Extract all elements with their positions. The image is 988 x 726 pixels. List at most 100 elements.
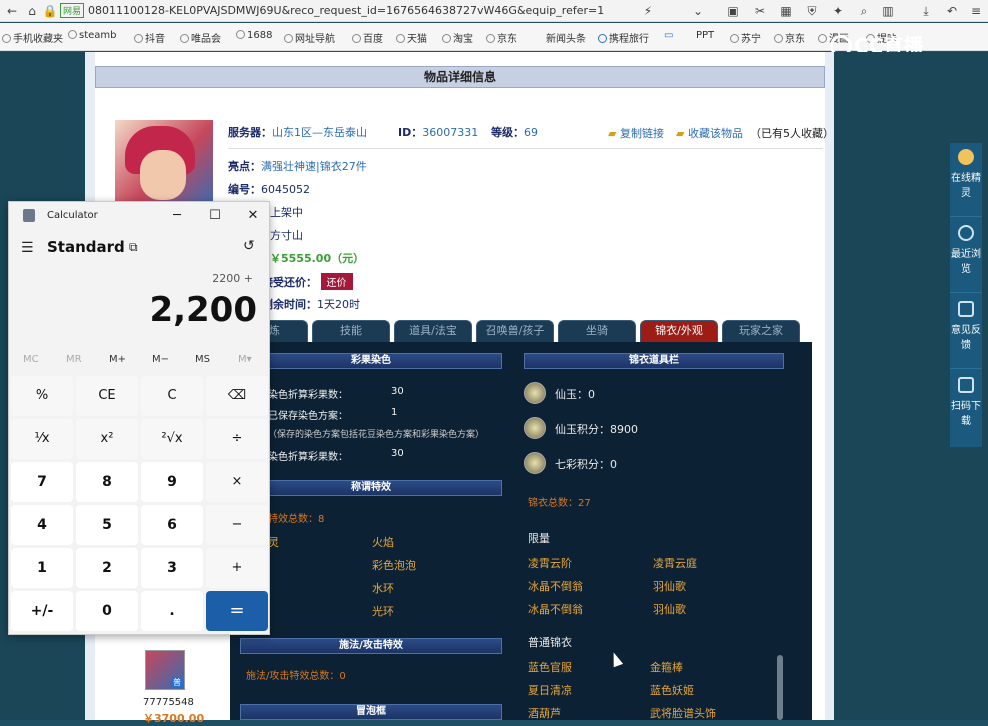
download-icon[interactable]: ⤓ (918, 3, 934, 19)
square-root-button[interactable]: ²√x (141, 419, 203, 459)
reciprocal-button[interactable]: ¹⁄x (11, 419, 73, 459)
dye-section-header: 彩果染色 (240, 353, 502, 369)
decimal-button[interactable]: . (141, 591, 203, 631)
favorite-button[interactable]: ▰ 收藏该物品 (676, 125, 743, 141)
wardrobe-items-header: 锦衣道具栏 (524, 353, 784, 369)
wardrobe-total: 锦衣总数：27 (528, 498, 591, 509)
chevron-down-icon[interactable]: ⌄ (690, 3, 706, 19)
sidebar-item-download[interactable]: 扫码下载 (950, 371, 982, 445)
close-icon[interactable]: ✕ (241, 206, 265, 226)
digit-7-button[interactable]: 7 (11, 462, 73, 502)
memory-clear-button[interactable]: MC (23, 354, 39, 365)
bookmark-item[interactable]: 淘宝 (442, 30, 473, 45)
history-icon[interactable]: ↺ (243, 238, 255, 254)
digit-6-button[interactable]: 6 (141, 505, 203, 545)
calculator-mode: Standard (47, 238, 125, 256)
tab-player-home[interactable]: 玩家之家 (722, 320, 800, 342)
memory-list-button[interactable]: M▾ (238, 354, 252, 365)
search-icon[interactable]: ⌕ (856, 3, 872, 19)
bookmark-item[interactable]: 网址导航 (284, 30, 335, 45)
bookmark-item[interactable]: 新闻头条 (546, 30, 586, 45)
calculator-display: 2,200 (149, 290, 257, 330)
ppt-icon[interactable]: ▭ (664, 30, 673, 41)
clear-entry-button[interactable]: CE (76, 376, 138, 416)
related-item-price: ￥3700.00 (143, 712, 205, 725)
bookmark-item[interactable]: 京东 (486, 30, 517, 45)
tab-skills[interactable]: 技能 (312, 320, 390, 342)
multiply-button[interactable]: × (206, 462, 268, 502)
bubble-header: 冒泡框 (240, 704, 502, 720)
grid-icon[interactable]: ▥ (880, 3, 896, 19)
add-button[interactable]: + (206, 548, 268, 588)
digit-9-button[interactable]: 9 (141, 462, 203, 502)
sidebar-item-online-helper[interactable]: 在线精灵 (950, 143, 982, 217)
shield-icon[interactable]: ⛨ (804, 3, 820, 19)
undo-icon[interactable]: ↶ (944, 3, 960, 19)
dye-note: （保存的染色方案包括花豆染色方案和彩果染色方案） (268, 430, 485, 440)
memory-subtract-button[interactable]: M− (152, 354, 169, 365)
normal-item: 夏日清凉 (528, 684, 572, 697)
address-bar[interactable]: 网易 08011100128-KEL0PVAJSDMWJ69U&reco_requ… (60, 3, 635, 19)
game-icon[interactable]: ✦ (830, 3, 846, 19)
bookmark-item[interactable]: 1688 (236, 30, 272, 41)
bookmark-item[interactable]: 京东 (774, 30, 805, 45)
hamburger-menu-icon[interactable]: ☰ (21, 240, 34, 256)
back-icon[interactable]: ← (4, 3, 20, 19)
negate-button[interactable]: +/- (11, 591, 73, 631)
equals-button[interactable]: = (206, 591, 268, 631)
dye-row-label: 染色折算彩果数： (268, 390, 348, 401)
sidebar-item-feedback[interactable]: 意见反馈 (950, 295, 982, 369)
sidebar-item-recent[interactable]: 最近浏览 (950, 219, 982, 293)
backspace-button[interactable]: ⌫ (206, 376, 268, 416)
bookmark-item[interactable]: 唯品会 (180, 30, 221, 45)
extension-icon[interactable]: ▦ (778, 3, 794, 19)
related-item-avatar[interactable]: 普 (145, 650, 185, 690)
bookmark-item[interactable]: 手机收藏夹 (2, 30, 63, 45)
memory-store-button[interactable]: MS (195, 354, 210, 365)
tab-mounts[interactable]: 坐骑 (558, 320, 636, 342)
percent-button[interactable]: % (11, 376, 73, 416)
digit-8-button[interactable]: 8 (76, 462, 138, 502)
digit-2-button[interactable]: 2 (76, 548, 138, 588)
bookmark-item[interactable]: 天猫 (396, 30, 427, 45)
bookmark-item[interactable]: 携程旅行 (598, 30, 649, 45)
digit-3-button[interactable]: 3 (141, 548, 203, 588)
digit-0-button[interactable]: 0 (76, 591, 138, 631)
scissors-icon[interactable]: ✂ (752, 3, 768, 19)
tab-pets[interactable]: 召唤兽/孩子 (476, 320, 554, 342)
detail-tabs: 修炼 技能 道具/法宝 召唤兽/孩子 坐骑 锦衣/外观 玩家之家 (230, 320, 810, 342)
bookmark-item[interactable]: PPT (696, 30, 714, 41)
digit-1-button[interactable]: 1 (11, 548, 73, 588)
menu-icon[interactable]: ≡ (968, 3, 984, 19)
minimize-icon[interactable]: ─ (165, 206, 189, 226)
panel-scrollbar[interactable] (777, 655, 783, 720)
subtract-button[interactable]: − (206, 505, 268, 545)
bookmark-item[interactable]: 苏宁 (730, 30, 761, 45)
memory-recall-button[interactable]: MR (66, 354, 82, 365)
calculator-window: Calculator ─ ☐ ✕ ☰ Standard ⧉ ↺ 2200 + 2… (8, 201, 270, 635)
tab-items[interactable]: 道具/法宝 (394, 320, 472, 342)
keep-on-top-icon[interactable]: ⧉ (129, 240, 138, 255)
square-button[interactable]: x² (76, 419, 138, 459)
maximize-icon[interactable]: ☐ (203, 206, 227, 226)
bookmark-item[interactable]: 抖音 (134, 30, 165, 45)
home-icon[interactable]: ⌂ (24, 3, 40, 19)
bargain-button[interactable]: 还价 (320, 273, 353, 290)
server-label: 服务器： (228, 126, 272, 139)
bookmark-item[interactable]: steamb (68, 30, 117, 41)
clear-button[interactable]: C (141, 376, 203, 416)
id-label: ID： (398, 126, 423, 139)
divide-button[interactable]: ÷ (206, 419, 268, 459)
limited-item: 凌霄云庭 (653, 557, 697, 570)
lightning-icon[interactable]: ⚡ (640, 3, 656, 19)
screen-icon[interactable]: ▣ (725, 3, 741, 19)
copy-link-button[interactable]: ▰ 复制链接 (608, 125, 664, 141)
jade-points-row: 仙玉积分：8900 (555, 423, 638, 436)
normal-item: 武将脸谱头饰 (650, 707, 716, 720)
bookmark-item[interactable]: 百度 (352, 30, 383, 45)
tab-wardrobe[interactable]: 锦衣/外观 (640, 320, 718, 342)
memory-add-button[interactable]: M+ (109, 354, 126, 365)
digit-5-button[interactable]: 5 (76, 505, 138, 545)
normal-item: 酒葫芦 (528, 707, 561, 720)
digit-4-button[interactable]: 4 (11, 505, 73, 545)
